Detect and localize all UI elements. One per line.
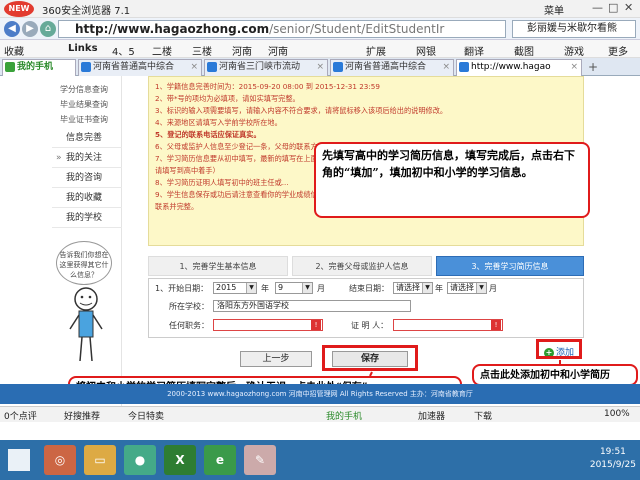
url-host: http://www.hagaozhong.com bbox=[75, 22, 270, 36]
tab-page[interactable]: 河南省三门峡市流动 × bbox=[204, 59, 328, 76]
fav-item[interactable]: 收藏 bbox=[4, 43, 24, 58]
forward-icon[interactable]: ▶ bbox=[22, 21, 38, 37]
tab-label: 河南省三门峡市流动 bbox=[219, 62, 301, 72]
fav-item[interactable]: 4、5 bbox=[112, 43, 135, 58]
annotation-arrows bbox=[369, 360, 561, 377]
qq-icon[interactable]: ● bbox=[124, 445, 156, 475]
site-footer: 2000-2013 www.hagaozhong.com 河南中招管理网 All… bbox=[0, 384, 640, 404]
fav-item[interactable]: 截图 bbox=[514, 43, 534, 58]
tab-page[interactable]: 河南省普通高中综合 × bbox=[330, 59, 454, 76]
page-icon bbox=[333, 62, 343, 72]
tab-close-icon[interactable]: × bbox=[442, 60, 450, 75]
status-item[interactable]: 下载 bbox=[474, 409, 492, 422]
page-content: 学分信息查询 毕业结果查询 毕业证书查询 信息完善 » 我的关注 我的咨询 我的收… bbox=[0, 76, 640, 406]
address-bar: ◀ ▶ ⌂ http://www.hagaozhong.com/senior/S… bbox=[0, 18, 640, 40]
url-input[interactable]: http://www.hagaozhong.com/senior/Student… bbox=[58, 20, 506, 38]
fav-item[interactable]: 河南 bbox=[232, 43, 252, 58]
page-icon bbox=[207, 62, 217, 72]
tab-label: 河南省普通高中综合 bbox=[93, 62, 175, 72]
fav-item[interactable]: 更多 bbox=[608, 43, 628, 58]
fav-item[interactable]: 扩展 bbox=[366, 43, 386, 58]
page-icon bbox=[459, 62, 469, 72]
excel-icon[interactable]: X bbox=[164, 445, 196, 475]
app-icon[interactable]: ◎ bbox=[44, 445, 76, 475]
fav-item[interactable]: 游戏 bbox=[564, 43, 584, 58]
fav-item[interactable]: 翻译 bbox=[464, 43, 484, 58]
fav-item[interactable]: 河南 bbox=[268, 43, 288, 58]
menu-button[interactable]: 菜单 bbox=[544, 2, 564, 17]
tab-label: 我的手机 bbox=[17, 62, 54, 72]
url-path: /senior/Student/EditStudentIr bbox=[269, 22, 445, 36]
clock-time: 19:51 bbox=[599, 447, 626, 457]
tab-my-phone[interactable]: 我的手机 bbox=[2, 59, 76, 76]
os-taskbar: ◎ ▭ ● X e ✎ 19:51 2015/9/25 bbox=[0, 440, 640, 480]
clock-date: 2015/9/25 bbox=[589, 460, 636, 470]
browser-titlebar: NEW 360安全浏览器 7.1 菜单 — □ ✕ bbox=[0, 0, 640, 18]
tab-label: http://www.hagao bbox=[471, 62, 551, 72]
fav-item[interactable]: 网银 bbox=[416, 43, 436, 58]
fav-item[interactable]: Links bbox=[68, 43, 98, 54]
browser-statusbar: 0个点评 好搜推荐 今日特卖 我的手机 加速器 下载 100% bbox=[0, 406, 640, 422]
status-item[interactable]: 我的手机 bbox=[326, 409, 362, 422]
tab-close-icon[interactable]: × bbox=[190, 60, 198, 75]
close-icon[interactable]: ✕ bbox=[624, 1, 633, 14]
browser-360-icon[interactable]: e bbox=[204, 445, 236, 475]
windows-start-icon[interactable] bbox=[8, 449, 30, 471]
home-icon[interactable]: ⌂ bbox=[40, 21, 56, 37]
back-icon[interactable]: ◀ bbox=[4, 21, 20, 37]
tab-active[interactable]: http://www.hagao × bbox=[456, 59, 582, 76]
system-clock[interactable]: 19:51 2015/9/25 bbox=[590, 446, 636, 472]
tab-close-icon[interactable]: × bbox=[316, 60, 324, 75]
fav-item[interactable]: 三楼 bbox=[192, 43, 212, 58]
browser-logo: NEW bbox=[4, 1, 34, 17]
tab-bar: 我的手机 河南省普通高中综合 × 河南省三门峡市流动 × 河南省普通高中综合 × ht… bbox=[0, 58, 640, 76]
status-item[interactable]: 好搜推荐 bbox=[64, 409, 100, 422]
status-item[interactable]: 加速器 bbox=[418, 409, 445, 422]
status-item[interactable]: 今日特卖 bbox=[128, 409, 164, 422]
favorites-bar: 收藏 Links 4、5 二楼 三楼 河南 河南 扩展 网银 翻译 截图 游戏 … bbox=[0, 40, 640, 58]
search-input[interactable]: 彭丽媛与米歇尔看熊 bbox=[512, 20, 636, 38]
browser-title: 360安全浏览器 7.1 bbox=[42, 6, 131, 17]
tab-close-icon[interactable]: × bbox=[570, 60, 578, 75]
maximize-icon[interactable]: □ bbox=[608, 1, 618, 14]
tab-page[interactable]: 河南省普通高中综合 × bbox=[78, 59, 202, 76]
save-arrow bbox=[369, 371, 373, 377]
minimize-icon[interactable]: — bbox=[592, 1, 603, 14]
fav-item[interactable]: 二楼 bbox=[152, 43, 172, 58]
zoom-level[interactable]: 100% bbox=[604, 409, 630, 419]
tab-label: 河南省普通高中综合 bbox=[345, 62, 427, 72]
phone-icon bbox=[5, 62, 15, 72]
folder-icon[interactable]: ▭ bbox=[84, 445, 116, 475]
status-item[interactable]: 0个点评 bbox=[4, 409, 37, 422]
page-icon bbox=[81, 62, 91, 72]
paint-icon[interactable]: ✎ bbox=[244, 445, 276, 475]
new-tab-icon[interactable]: + bbox=[588, 60, 598, 74]
